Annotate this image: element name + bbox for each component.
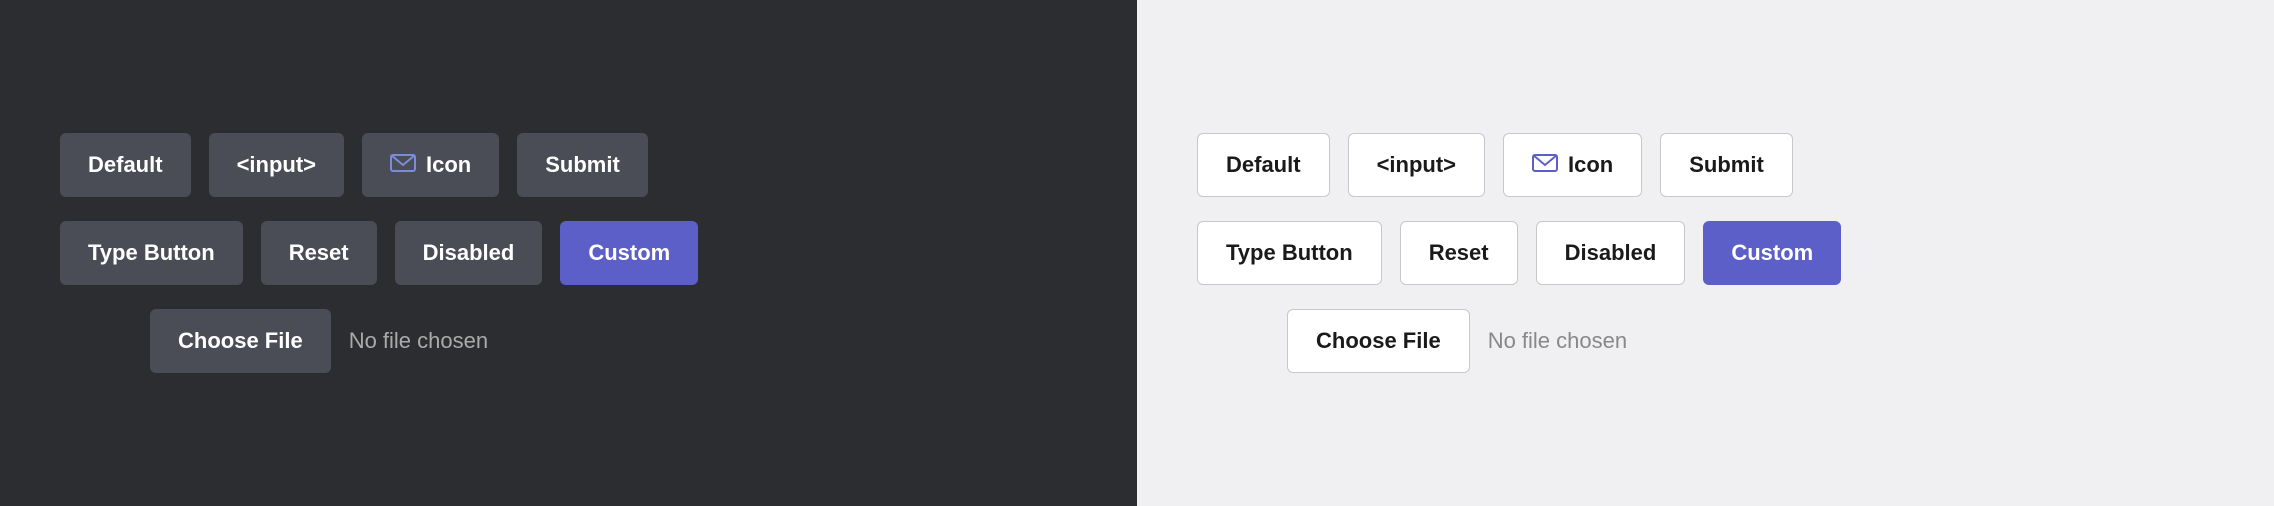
dark-row1: Default <input> Icon Submit xyxy=(60,133,648,197)
dark-default-label: Default xyxy=(88,152,163,178)
light-disabled-label: Disabled xyxy=(1565,240,1657,266)
dark-submit-button[interactable]: Submit xyxy=(517,133,648,197)
light-icon-label: Icon xyxy=(1568,152,1613,178)
dark-file-row: Choose File No file chosen xyxy=(60,309,488,373)
light-row1: Default <input> Icon Submit xyxy=(1197,133,1793,197)
dark-input-button[interactable]: <input> xyxy=(209,133,344,197)
light-choose-file-label: Choose File xyxy=(1316,328,1441,353)
light-reset-button[interactable]: Reset xyxy=(1400,221,1518,285)
dark-panel: Default <input> Icon Submit Type Button … xyxy=(0,0,1137,506)
light-panel: Default <input> Icon Submit Type Button … xyxy=(1137,0,2274,506)
envelope-icon-light xyxy=(1532,152,1558,178)
light-custom-label: Custom xyxy=(1731,240,1813,265)
dark-type-label: Type Button xyxy=(88,240,215,266)
dark-choose-file-label: Choose File xyxy=(178,328,303,353)
dark-input-label: <input> xyxy=(237,152,316,178)
light-disabled-button[interactable]: Disabled xyxy=(1536,221,1686,285)
light-no-file-text: No file chosen xyxy=(1488,328,1627,354)
light-submit-label: Submit xyxy=(1689,152,1764,178)
dark-type-button[interactable]: Type Button xyxy=(60,221,243,285)
light-default-button[interactable]: Default xyxy=(1197,133,1330,197)
light-icon-button[interactable]: Icon xyxy=(1503,133,1642,197)
light-type-label: Type Button xyxy=(1226,240,1353,266)
light-custom-button[interactable]: Custom xyxy=(1703,221,1841,285)
light-row2: Type Button Reset Disabled Custom xyxy=(1197,221,1841,285)
dark-row2: Type Button Reset Disabled Custom xyxy=(60,221,698,285)
dark-submit-label: Submit xyxy=(545,152,620,178)
dark-disabled-label: Disabled xyxy=(423,240,515,266)
dark-default-button[interactable]: Default xyxy=(60,133,191,197)
dark-icon-button[interactable]: Icon xyxy=(362,133,499,197)
light-file-row: Choose File No file chosen xyxy=(1197,309,1627,373)
dark-icon-label: Icon xyxy=(426,152,471,178)
light-submit-button[interactable]: Submit xyxy=(1660,133,1793,197)
dark-reset-button[interactable]: Reset xyxy=(261,221,377,285)
dark-reset-label: Reset xyxy=(289,240,349,266)
light-input-button[interactable]: <input> xyxy=(1348,133,1485,197)
light-reset-label: Reset xyxy=(1429,240,1489,266)
light-choose-file-button[interactable]: Choose File xyxy=(1287,309,1470,373)
dark-no-file-text: No file chosen xyxy=(349,328,488,354)
light-default-label: Default xyxy=(1226,152,1301,178)
dark-disabled-button[interactable]: Disabled xyxy=(395,221,543,285)
dark-custom-label: Custom xyxy=(588,240,670,265)
dark-choose-file-button[interactable]: Choose File xyxy=(150,309,331,373)
light-input-label: <input> xyxy=(1377,152,1456,178)
envelope-icon xyxy=(390,152,416,178)
dark-custom-button[interactable]: Custom xyxy=(560,221,698,285)
light-type-button[interactable]: Type Button xyxy=(1197,221,1382,285)
